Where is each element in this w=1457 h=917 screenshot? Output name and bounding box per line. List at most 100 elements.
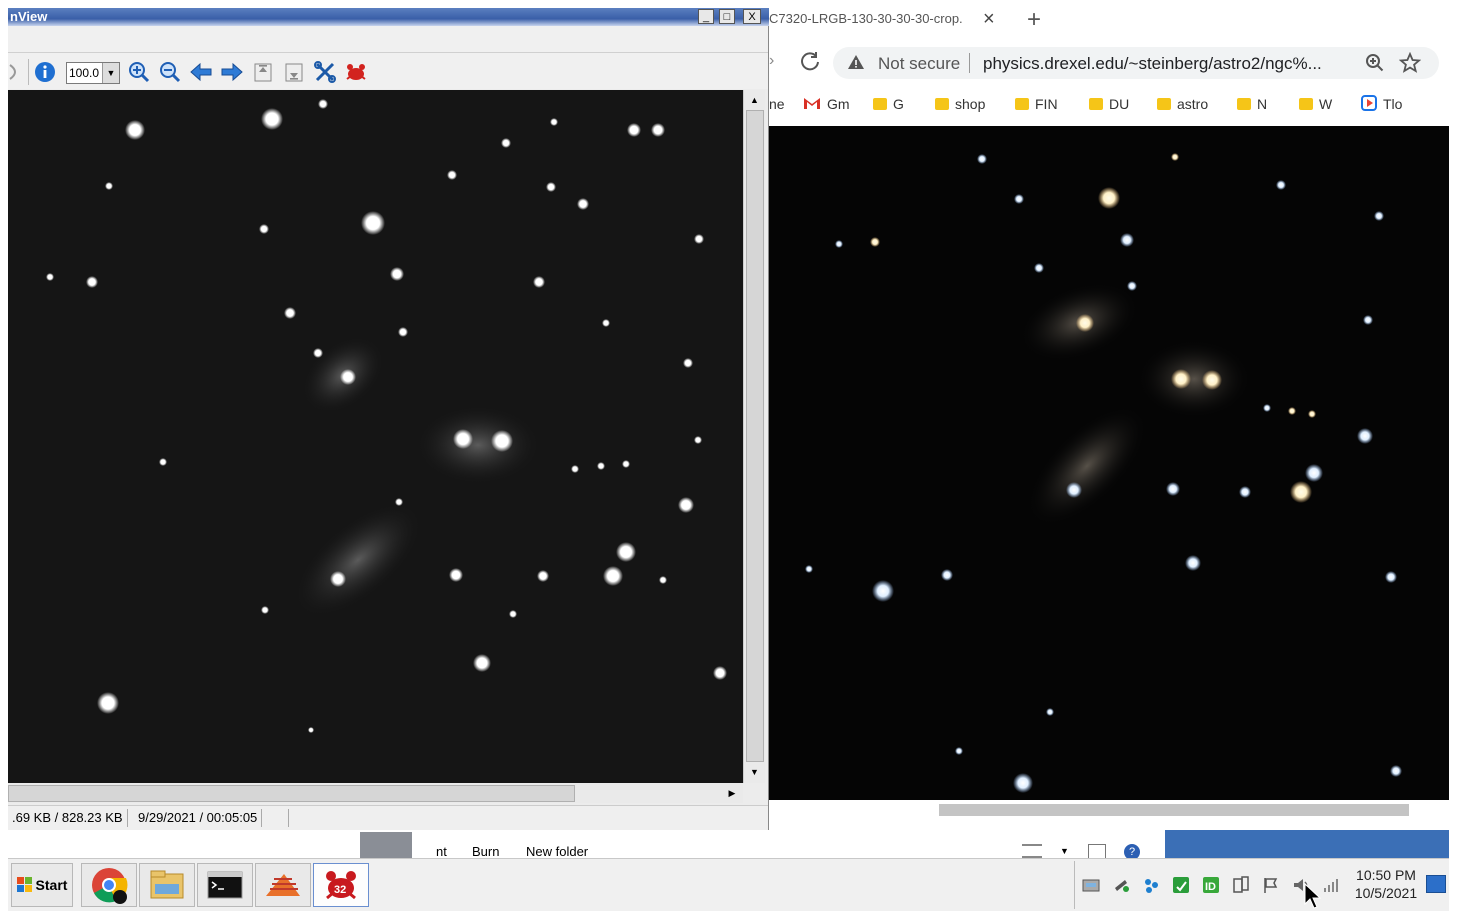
flag-icon[interactable] bbox=[1262, 876, 1280, 894]
bookmarks-bar: ne Gm Gshop FIN DU astro N W Tlo bbox=[769, 90, 1449, 118]
maximize-button[interactable]: □ bbox=[719, 9, 735, 24]
bookmark-ne[interactable]: ne bbox=[769, 94, 785, 114]
separator bbox=[1074, 861, 1075, 909]
bookmark-star-icon[interactable] bbox=[1398, 51, 1422, 77]
galaxy-blob bbox=[1139, 341, 1249, 417]
file-explorer-icon[interactable] bbox=[139, 863, 195, 907]
folder-icon bbox=[1237, 98, 1251, 110]
explorer-item-print[interactable]: nt bbox=[436, 844, 447, 859]
bookmark-gm[interactable]: Gm bbox=[803, 94, 850, 114]
clock-time: 10:50 PM bbox=[1356, 867, 1416, 883]
vertical-scrollbar[interactable]: ▲ ▼ bbox=[743, 90, 765, 783]
folder-icon bbox=[1157, 98, 1171, 110]
status-bar: .69 KB / 828.23 KB 9/29/2021 / 00:05:05 bbox=[8, 805, 768, 830]
bookmark-fin[interactable]: FIN bbox=[1015, 94, 1058, 114]
scroll-thumb[interactable] bbox=[746, 110, 764, 762]
folder-icon bbox=[1089, 98, 1103, 110]
color-image-canvas bbox=[769, 126, 1449, 800]
zoom-value: 100.0 bbox=[69, 66, 100, 80]
color-galaxy-image[interactable] bbox=[769, 126, 1449, 800]
bookmark-w[interactable]: W bbox=[1299, 94, 1332, 114]
view-options-icon[interactable] bbox=[1022, 844, 1042, 858]
scroll-up-arrow[interactable]: ▲ bbox=[746, 92, 763, 108]
zoom-select[interactable]: 100.0 ▼ bbox=[66, 62, 120, 84]
matlab-icon[interactable] bbox=[255, 863, 311, 907]
next-arrow-icon[interactable] bbox=[219, 60, 245, 84]
grayscale-galaxy-image[interactable] bbox=[8, 90, 743, 783]
close-button[interactable]: X bbox=[743, 9, 761, 24]
chevron-down-icon[interactable]: ▼ bbox=[1060, 846, 1069, 856]
minimize-button[interactable]: _ bbox=[698, 9, 714, 24]
sync-icon[interactable] bbox=[1172, 876, 1190, 894]
gmail-icon bbox=[803, 96, 821, 113]
bookmark-label: W bbox=[1319, 96, 1333, 112]
command-prompt-icon[interactable] bbox=[197, 863, 253, 907]
signal-icon[interactable] bbox=[1322, 876, 1340, 894]
bookmark-label: DU bbox=[1109, 96, 1130, 112]
horizontal-scrollbar[interactable] bbox=[769, 800, 1449, 820]
bookmark-astro[interactable]: astro bbox=[1157, 94, 1208, 114]
chevron-down-icon[interactable]: ▼ bbox=[102, 63, 119, 83]
close-tab-icon[interactable]: × bbox=[983, 8, 995, 30]
irfanview-window: nView _ □ X 100.0 ▼ ▲ ▼ ▶ .69 KB / 828.2… bbox=[8, 8, 770, 830]
system-tray: ID 10:50 PM 10/5/2021 bbox=[1074, 861, 1449, 909]
bookmark-label: N bbox=[1257, 96, 1268, 112]
bluetooth-icon[interactable] bbox=[1142, 876, 1160, 894]
explorer-item-burn[interactable]: Burn bbox=[472, 844, 499, 859]
zoom-icon[interactable] bbox=[1365, 53, 1385, 76]
new-tab-icon[interactable]: + bbox=[1027, 6, 1041, 34]
separator bbox=[28, 59, 29, 85]
irfanview-icon[interactable]: 32 bbox=[313, 863, 369, 907]
irfanview-logo-icon[interactable] bbox=[343, 60, 369, 84]
reload-icon[interactable] bbox=[799, 50, 821, 75]
first-page-icon[interactable] bbox=[250, 60, 276, 84]
back-partial-icon[interactable] bbox=[2, 60, 28, 84]
bookmark-du[interactable]: DU bbox=[1089, 94, 1129, 114]
start-button[interactable]: Start bbox=[11, 863, 73, 907]
separator bbox=[969, 53, 970, 73]
galaxy-blob bbox=[418, 407, 538, 483]
svg-text:ID: ID bbox=[1205, 881, 1216, 893]
scroll-thumb[interactable] bbox=[8, 785, 575, 802]
chrome-window: C7320-LRGB-130-30-30-30-crop. × + › Not … bbox=[769, 6, 1449, 824]
bookmark-shop[interactable]: shop bbox=[935, 94, 985, 114]
file-size-status: .69 KB / 828.23 KB bbox=[8, 809, 128, 827]
back-partial-icon[interactable]: › bbox=[769, 52, 774, 70]
previous-arrow-icon[interactable] bbox=[188, 60, 214, 84]
bookmark-g[interactable]: G bbox=[873, 94, 904, 114]
not-secure-label: Not secure bbox=[878, 54, 961, 73]
show-desktop-icon[interactable] bbox=[1426, 875, 1446, 893]
windows-logo-icon bbox=[16, 877, 32, 892]
horizontal-scrollbar[interactable]: ▶ bbox=[8, 783, 743, 803]
folder-icon bbox=[935, 98, 949, 110]
start-label: Start bbox=[35, 877, 68, 893]
status-empty-cell bbox=[288, 809, 757, 827]
url-field[interactable]: Not secure physics.drexel.edu/~steinberg… bbox=[833, 47, 1439, 79]
clock-date: 10/5/2021 bbox=[1354, 885, 1418, 901]
scroll-thumb[interactable] bbox=[939, 804, 1409, 816]
scroll-right-arrow[interactable]: ▶ bbox=[724, 785, 740, 801]
folder-icon bbox=[1015, 98, 1029, 110]
warning-icon[interactable] bbox=[847, 53, 865, 74]
info-icon[interactable] bbox=[32, 60, 58, 84]
zoom-out-icon[interactable] bbox=[157, 60, 183, 84]
address-bar-row: › Not secure physics.drexel.edu/~steinbe… bbox=[769, 42, 1449, 82]
network-drive-icon[interactable] bbox=[1082, 876, 1100, 894]
tab-bar: C7320-LRGB-130-30-30-30-crop. × + bbox=[769, 6, 1449, 34]
zoom-in-icon[interactable] bbox=[126, 60, 152, 84]
antivirus-icon[interactable] bbox=[1112, 876, 1130, 894]
settings-tools-icon[interactable] bbox=[312, 60, 338, 84]
explorer-item-new-folder[interactable]: New folder bbox=[526, 844, 588, 859]
device-icon[interactable] bbox=[1232, 876, 1250, 894]
bookmark-tlo[interactable]: Tlo bbox=[1361, 94, 1402, 114]
clock[interactable]: 10:50 PM 10/5/2021 bbox=[1350, 867, 1422, 901]
irfanview-title-bar[interactable]: nView bbox=[8, 8, 770, 26]
bookmark-label: ne bbox=[769, 96, 785, 112]
last-page-icon[interactable] bbox=[281, 60, 307, 84]
tab-active[interactable]: C7320-LRGB-130-30-30-30-crop. bbox=[769, 8, 1007, 32]
file-date-status: 9/29/2021 / 00:05:05 bbox=[134, 809, 263, 827]
chrome-icon[interactable] bbox=[81, 863, 137, 907]
id-icon[interactable]: ID bbox=[1202, 876, 1220, 894]
scroll-down-arrow[interactable]: ▼ bbox=[746, 764, 763, 780]
bookmark-n[interactable]: N bbox=[1237, 94, 1267, 114]
